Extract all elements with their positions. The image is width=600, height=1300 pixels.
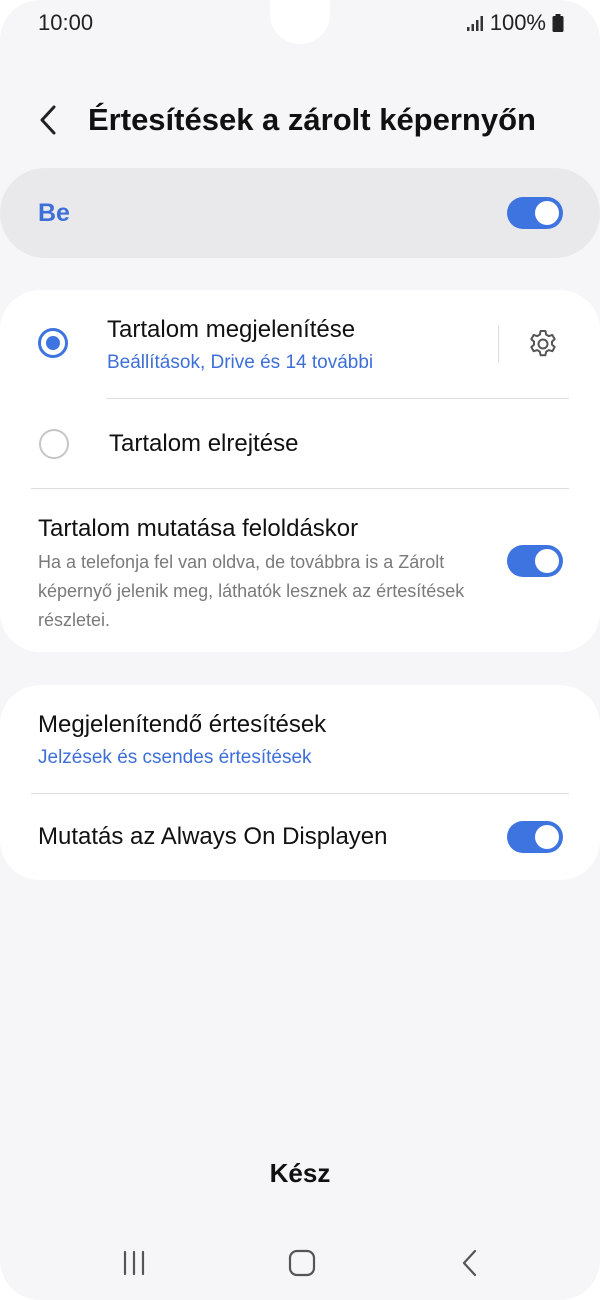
phone-screen: 10:00 100% Értesítések a zárolt képernyő…	[0, 0, 600, 1300]
done-button[interactable]: Kész	[240, 1150, 360, 1196]
notifications-to-show-subtitle: Jelzések és csendes értesítések	[38, 747, 312, 768]
signal-icon	[466, 16, 483, 31]
notifications-to-show-row[interactable]: Megjelenítendő értesítések Jelzések és c…	[0, 685, 600, 793]
unlock-content-description: Ha a telefonja fel van oldva, de továbbr…	[38, 552, 465, 630]
show-content-title: Tartalom megjelenítése	[107, 316, 356, 343]
vertical-divider	[498, 326, 499, 362]
back-arrow-icon[interactable]	[34, 100, 64, 140]
master-switch-label: Be	[38, 199, 70, 227]
unlock-content-title: Tartalom mutatása feloldáskor	[38, 515, 359, 542]
hide-content-option[interactable]: Tartalom elrejtése	[0, 399, 600, 487]
unlock-content-row[interactable]: Tartalom mutatása feloldáskor Ha a telef…	[0, 489, 600, 652]
show-content-option[interactable]: Tartalom megjelenítése Beállítások, Driv…	[0, 290, 490, 398]
show-content-subtitle: Beállítások, Drive és 14 további	[107, 352, 374, 373]
hide-content-radio[interactable]	[39, 429, 69, 459]
app-header: Értesítések a zárolt képernyőn	[0, 92, 600, 148]
page-title: Értesítések a zárolt képernyőn	[88, 102, 536, 137]
aod-row[interactable]: Mutatás az Always On Displayen	[0, 794, 600, 880]
battery-icon	[552, 14, 564, 32]
status-time: 10:00	[38, 10, 94, 35]
toggle-knob	[535, 825, 559, 849]
content-settings-card: Tartalom megjelenítése Beállítások, Driv…	[0, 290, 600, 652]
status-bar: 10:00 100%	[0, 0, 600, 48]
home-icon[interactable]	[282, 1247, 322, 1279]
notification-display-card: Megjelenítendő értesítések Jelzések és c…	[0, 685, 600, 880]
recent-apps-icon[interactable]	[114, 1247, 154, 1279]
navigation-bar	[0, 1235, 600, 1291]
battery-percent: 100%	[489, 10, 546, 35]
toggle-knob	[535, 201, 559, 225]
back-nav-icon[interactable]	[450, 1247, 490, 1279]
aod-title: Mutatás az Always On Displayen	[38, 823, 388, 850]
master-toggle[interactable]	[507, 197, 563, 229]
gear-icon[interactable]	[527, 328, 559, 360]
aod-toggle[interactable]	[507, 821, 563, 853]
unlock-content-toggle[interactable]	[507, 545, 563, 577]
status-indicators: 100%	[466, 10, 564, 36]
notifications-to-show-title: Megjelenítendő értesítések	[38, 711, 327, 738]
show-content-radio[interactable]	[38, 328, 68, 358]
master-switch-row[interactable]: Be	[0, 168, 600, 258]
hide-content-title: Tartalom elrejtése	[109, 430, 299, 457]
toggle-knob	[535, 549, 559, 573]
